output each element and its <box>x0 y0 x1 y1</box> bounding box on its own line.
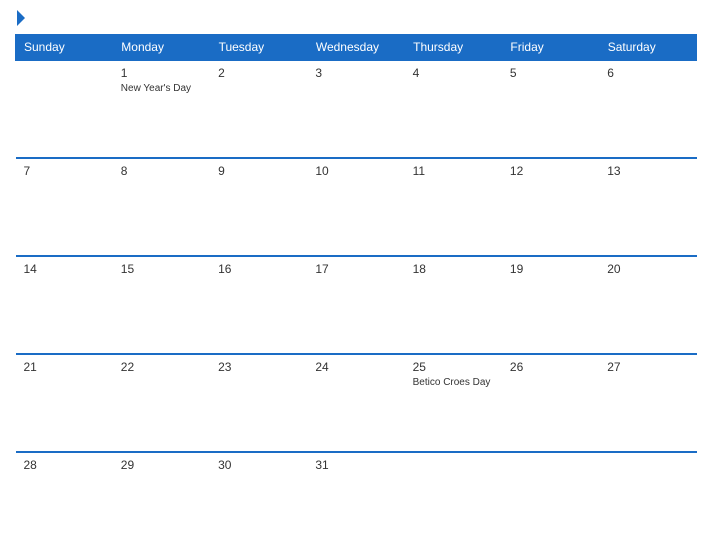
weekday-header-thursday: Thursday <box>405 35 502 61</box>
logo <box>15 10 25 26</box>
calendar-cell: 13 <box>599 158 696 256</box>
weekday-header-monday: Monday <box>113 35 210 61</box>
day-number: 2 <box>218 66 299 80</box>
weekday-header-sunday: Sunday <box>16 35 113 61</box>
day-number: 26 <box>510 360 591 374</box>
day-number: 18 <box>413 262 494 276</box>
calendar-cell: 8 <box>113 158 210 256</box>
day-number: 23 <box>218 360 299 374</box>
day-number: 17 <box>315 262 396 276</box>
day-number: 31 <box>315 458 396 472</box>
day-number: 22 <box>121 360 202 374</box>
day-number: 6 <box>607 66 688 80</box>
calendar-cell <box>405 452 502 540</box>
calendar-cell: 9 <box>210 158 307 256</box>
calendar-cell: 18 <box>405 256 502 354</box>
day-number: 27 <box>607 360 688 374</box>
weekday-header-wednesday: Wednesday <box>307 35 404 61</box>
day-number: 14 <box>24 262 105 276</box>
calendar-table: SundayMondayTuesdayWednesdayThursdayFrid… <box>15 34 697 540</box>
calendar-container: SundayMondayTuesdayWednesdayThursdayFrid… <box>0 0 712 550</box>
week-row-4: 21 22 23 24 25 Betico Croes Day 26 27 <box>16 354 697 452</box>
calendar-cell: 16 <box>210 256 307 354</box>
calendar-cell: 10 <box>307 158 404 256</box>
day-number: 28 <box>24 458 105 472</box>
day-number: 20 <box>607 262 688 276</box>
weekday-header-row: SundayMondayTuesdayWednesdayThursdayFrid… <box>16 35 697 61</box>
calendar-cell: 24 <box>307 354 404 452</box>
calendar-cell: 21 <box>16 354 113 452</box>
day-number: 4 <box>413 66 494 80</box>
day-number: 10 <box>315 164 396 178</box>
day-number: 12 <box>510 164 591 178</box>
calendar-cell: 14 <box>16 256 113 354</box>
calendar-cell: 17 <box>307 256 404 354</box>
day-number: 19 <box>510 262 591 276</box>
day-number: 15 <box>121 262 202 276</box>
calendar-cell: 11 <box>405 158 502 256</box>
day-number: 11 <box>413 164 494 178</box>
week-row-5: 28 29 30 31 <box>16 452 697 540</box>
calendar-cell <box>599 452 696 540</box>
calendar-cell: 15 <box>113 256 210 354</box>
day-number: 5 <box>510 66 591 80</box>
calendar-cell: 25 Betico Croes Day <box>405 354 502 452</box>
calendar-cell: 23 <box>210 354 307 452</box>
calendar-cell: 20 <box>599 256 696 354</box>
calendar-cell: 30 <box>210 452 307 540</box>
calendar-cell: 5 <box>502 60 599 158</box>
day-number: 1 <box>121 66 202 80</box>
week-row-1: 1 New Year's Day 2 3 4 5 6 <box>16 60 697 158</box>
calendar-cell: 22 <box>113 354 210 452</box>
holiday-name: New Year's Day <box>121 83 202 94</box>
day-number: 8 <box>121 164 202 178</box>
logo-triangle-icon <box>17 10 25 26</box>
week-row-2: 7 8 9 10 11 12 13 <box>16 158 697 256</box>
calendar-cell: 2 <box>210 60 307 158</box>
calendar-cell: 12 <box>502 158 599 256</box>
calendar-cell: 1 New Year's Day <box>113 60 210 158</box>
calendar-cell <box>502 452 599 540</box>
calendar-cell: 7 <box>16 158 113 256</box>
calendar-cell: 4 <box>405 60 502 158</box>
day-number: 3 <box>315 66 396 80</box>
calendar-cell <box>16 60 113 158</box>
day-number: 16 <box>218 262 299 276</box>
day-number: 24 <box>315 360 396 374</box>
week-row-3: 14 15 16 17 18 19 20 <box>16 256 697 354</box>
day-number: 7 <box>24 164 105 178</box>
calendar-cell: 26 <box>502 354 599 452</box>
calendar-cell: 28 <box>16 452 113 540</box>
weekday-header-saturday: Saturday <box>599 35 696 61</box>
day-number: 25 <box>413 360 494 374</box>
holiday-name: Betico Croes Day <box>413 377 494 388</box>
calendar-cell: 3 <box>307 60 404 158</box>
day-number: 21 <box>24 360 105 374</box>
day-number: 13 <box>607 164 688 178</box>
calendar-cell: 31 <box>307 452 404 540</box>
calendar-cell: 27 <box>599 354 696 452</box>
calendar-cell: 19 <box>502 256 599 354</box>
day-number: 9 <box>218 164 299 178</box>
day-number: 30 <box>218 458 299 472</box>
calendar-cell: 6 <box>599 60 696 158</box>
day-number: 29 <box>121 458 202 472</box>
weekday-header-tuesday: Tuesday <box>210 35 307 61</box>
calendar-cell: 29 <box>113 452 210 540</box>
weekday-header-friday: Friday <box>502 35 599 61</box>
calendar-header <box>15 10 697 26</box>
